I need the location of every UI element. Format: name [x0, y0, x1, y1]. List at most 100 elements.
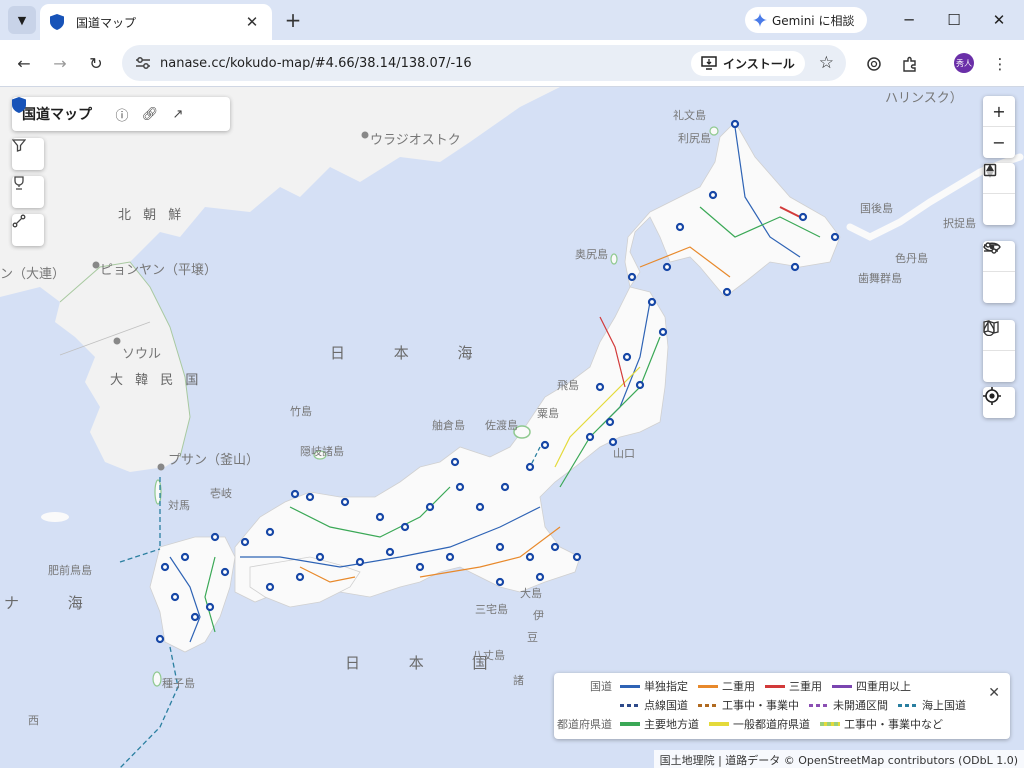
legend-label: 主要地方道	[644, 718, 699, 731]
legend-row-kokudo: 国道 単独指定 二重用 三重用 四重用以上	[554, 677, 921, 695]
legend-row-todofuken: 都道府県道 主要地方道 一般都道府県道 工事中・事業中など	[554, 715, 953, 733]
map-canvas[interactable]: 北 朝 鮮 ピョンヤン（平壌） ン（大連） ウラジオストク ソウル 大 韓 民 …	[0, 87, 1024, 768]
gemini-label: Gemini に相談	[772, 13, 855, 28]
legend-swatch	[820, 722, 840, 726]
legend-item: 点線国道	[620, 697, 688, 713]
install-app-button[interactable]: インストール	[690, 50, 805, 76]
chevron-down-icon: ▼	[17, 13, 27, 27]
link-icon[interactable]: 🔗︎	[140, 104, 160, 124]
legend-swatch	[765, 684, 785, 688]
map-attribution[interactable]: 国土地理院 | 道路データ © OpenStreetMap contributo…	[653, 750, 1024, 768]
active-tab[interactable]: 国道マップ ✕	[40, 4, 272, 40]
label-tsushima: 対馬	[168, 499, 190, 512]
label-iki: 壱岐	[210, 487, 232, 500]
label-kunashiri: 国後島	[860, 202, 893, 215]
filter-button[interactable]	[12, 138, 44, 170]
legend-label: 三重用	[789, 680, 822, 693]
external-link-icon[interactable]: ↗	[168, 104, 188, 124]
label-sea-of-japan: 日 本 海	[330, 344, 495, 362]
label-miyake: 三宅島	[475, 603, 508, 616]
label-hizen: 肥前鳥島	[48, 564, 92, 577]
filter-icon	[12, 139, 26, 152]
back-button[interactable]: ←	[10, 50, 38, 78]
hokkaido-landmass	[624, 121, 841, 298]
legend-item: 未開通区間	[809, 697, 888, 713]
legend-category-todofuken: 都道府県道	[557, 718, 612, 731]
browser-toolbar: ← → ↻ nanase.cc/kokudo-map/#4.66/38.14/1…	[0, 40, 1024, 87]
address-bar[interactable]: nanase.cc/kokudo-map/#4.66/38.14/138.07/…	[122, 45, 846, 81]
legend-row-kokudo-2: 点線国道 工事中・事業中 未開通区間 海上国道	[620, 696, 976, 714]
label-north-korea: 北 朝 鮮	[118, 208, 186, 223]
legend-label: 単独指定	[644, 680, 688, 693]
browser-chrome: ▼ 国道マップ ✕ + Gemini に相談 ─ ☐ ✕ ← → ↻ nanas…	[0, 0, 1024, 87]
tab-strip: ▼ 国道マップ ✕ + Gemini に相談 ─ ☐ ✕	[0, 0, 1024, 40]
water-style-button[interactable]	[983, 320, 1015, 382]
trophy-button[interactable]	[12, 176, 44, 208]
settings-sliders-button[interactable]	[983, 242, 1015, 303]
sliders-icon	[984, 242, 998, 254]
reload-icon: ↻	[89, 54, 103, 73]
label-pyongyang: ピョンヤン（平壌）	[100, 263, 218, 278]
label-hachijo: 八丈島	[472, 649, 505, 662]
legend-swatch	[898, 703, 918, 707]
label-izu-3: 諸	[513, 674, 524, 687]
korea-landmass	[55, 262, 190, 472]
label-oshima: 大島	[520, 587, 542, 600]
site-info-icon[interactable]	[134, 54, 152, 72]
reload-button[interactable]: ↻	[82, 50, 110, 78]
label-sakhalin: ハリンスク）	[885, 91, 963, 106]
label-dalian: ン（大連）	[0, 267, 66, 282]
install-label: インストール	[722, 56, 795, 71]
label-rishiri: 利尻島	[678, 132, 711, 145]
legend-label: 四重用以上	[856, 680, 911, 693]
label-awashima: 粟島	[537, 407, 559, 420]
view-controls	[983, 163, 1015, 225]
legend-label: 海上国道	[922, 699, 966, 712]
label-busan: プサン（釜山）	[168, 453, 260, 468]
info-icon[interactable]: ⓘ	[112, 104, 132, 124]
url-text[interactable]: nanase.cc/kokudo-map/#4.66/38.14/138.07/…	[160, 56, 691, 71]
route-draw-button[interactable]	[12, 214, 44, 246]
extensions-puzzle-icon[interactable]	[898, 52, 922, 76]
zoom-out-button[interactable]: −	[983, 127, 1015, 158]
gemini-sparkle-icon	[753, 13, 767, 27]
label-hegura: 舳倉島	[432, 419, 465, 432]
legend-swatch	[698, 684, 718, 688]
map-title-panel: 国道マップ ⓘ 🔗︎ ↗	[12, 97, 230, 131]
water-drop-icon	[983, 320, 995, 336]
my-location-button[interactable]	[983, 387, 1015, 418]
label-vladivostok: ウラジオストク	[370, 133, 461, 148]
minimize-button[interactable]: ─	[895, 8, 923, 32]
legend-swatch	[620, 703, 640, 707]
tab-search-button[interactable]: ▼	[8, 6, 36, 34]
legend-panel: 国道 単独指定 二重用 三重用 四重用以上 点線国道 工事中・事業中 未開通区間…	[554, 673, 1010, 739]
label-izu-1: 伊	[533, 609, 544, 622]
legend-swatch	[620, 722, 640, 726]
fullscreen-button[interactable]	[983, 163, 1015, 225]
bookmark-star-icon[interactable]: ☆	[819, 53, 834, 73]
legend-label: 一般都道府県道	[733, 718, 810, 731]
location-target-icon	[983, 387, 1001, 405]
close-window-button[interactable]: ✕	[985, 8, 1013, 32]
trophy-icon	[14, 176, 24, 190]
label-yamaguchi: 山口	[613, 447, 635, 460]
forward-button[interactable]: →	[46, 50, 74, 78]
legend-item: 四重用以上	[832, 678, 911, 694]
maximize-button[interactable]: ☐	[940, 8, 968, 32]
legend-close-icon[interactable]: ✕	[988, 685, 1000, 701]
kebab-menu-icon[interactable]: ⋮	[988, 52, 1012, 76]
arrow-left-icon: ←	[17, 54, 31, 73]
tab-close-icon[interactable]: ✕	[242, 13, 262, 31]
zoom-in-button[interactable]: +	[983, 96, 1015, 127]
legend-item: 工事中・事業中	[698, 697, 799, 713]
legend-item: 一般都道府県道	[709, 716, 810, 732]
legend-swatch	[620, 684, 640, 688]
profile-avatar[interactable]: 秀人	[954, 53, 974, 73]
zoom-controls: + −	[983, 96, 1015, 158]
new-tab-button[interactable]: +	[280, 8, 306, 34]
gemini-button[interactable]: Gemini に相談	[745, 7, 867, 33]
label-tobishima: 飛島	[557, 379, 579, 392]
chatgpt-extension-icon[interactable]	[862, 52, 886, 76]
square-icon	[983, 163, 997, 177]
shield-logo-icon	[12, 97, 26, 113]
